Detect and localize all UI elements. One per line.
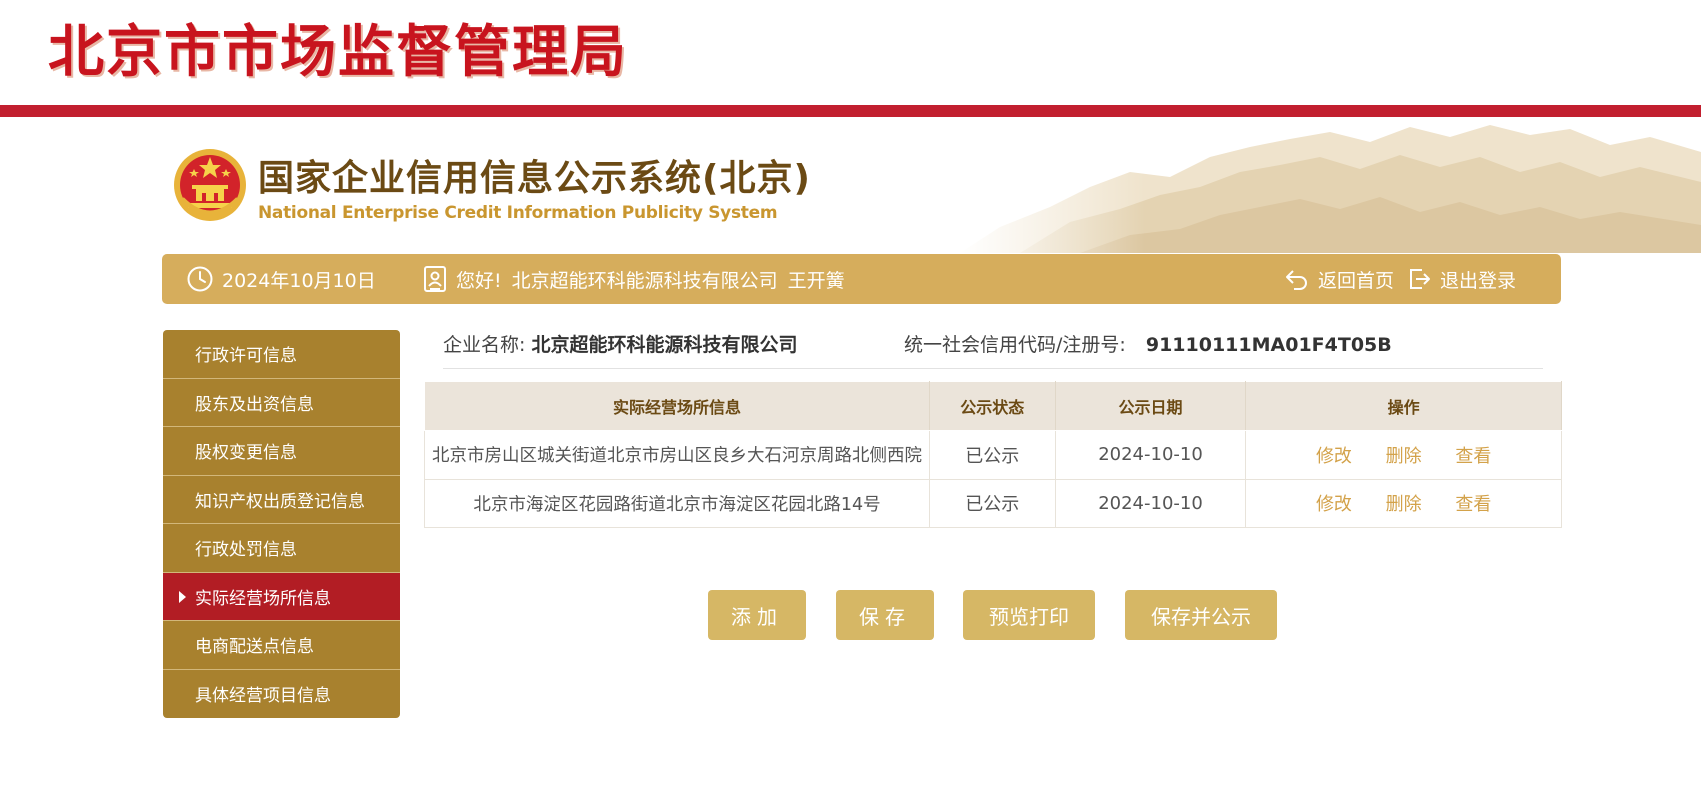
back-home-link[interactable]: 返回首页 (1284, 254, 1394, 304)
system-title: 国家企业信用信息公示系统(北京) (258, 158, 811, 199)
sidebar-item-label: 行政许可信息 (195, 346, 297, 367)
cell-address: 北京市海淀区花园路街道北京市海淀区花园北路14号 (424, 478, 930, 528)
cell-actions: 修改 删除 查看 (1245, 478, 1562, 528)
credit-code: 91110111MA01F4T05B (1145, 334, 1392, 356)
delete-link[interactable]: 删除 (1386, 446, 1422, 467)
system-subtitle: National Enterprise Credit Information P… (258, 203, 778, 223)
premises-table: 实际经营场所信息 公示状态 公示日期 操作 北京市房山区城关街道北京市房山区良乡… (424, 381, 1562, 528)
view-link[interactable]: 查看 (1455, 494, 1491, 515)
company-name: 北京超能环科能源科技有限公司 (531, 334, 798, 356)
sidebar-item-shareholders[interactable]: 股东及出资信息 (163, 378, 400, 427)
cell-status: 已公示 (928, 430, 1056, 480)
header-divider-bar (0, 105, 1701, 117)
date-text: 2024年10月10日 (222, 269, 376, 292)
logout-icon (1410, 269, 1430, 289)
sidebar-item-business-items[interactable]: 具体经营项目信息 (163, 669, 400, 718)
cell-address: 北京市房山区城关街道北京市房山区良乡大石河京周路北侧西院 (424, 430, 930, 480)
logout-link[interactable]: 退出登录 (1406, 254, 1516, 304)
cell-status: 已公示 (928, 478, 1056, 528)
cell-date: 2024-10-10 (1054, 478, 1247, 528)
back-home-label: 返回首页 (1318, 269, 1395, 292)
sidebar-item-ecommerce-delivery[interactable]: 电商配送点信息 (163, 621, 400, 670)
user-greeting: 您好! 北京超能环科能源科技有限公司 王开簧 (422, 254, 845, 304)
company-info: 企业名称: 北京超能环科能源科技有限公司 统一社会信用代码/注册号: 91110… (443, 330, 1543, 368)
clock-icon (187, 266, 213, 292)
preview-print-button[interactable]: 预览打印 (963, 590, 1095, 640)
view-link[interactable]: 查看 (1455, 446, 1491, 467)
save-and-publish-button[interactable]: 保存并公示 (1125, 590, 1277, 640)
credit-code-label: 统一社会信用代码/注册号: (904, 334, 1126, 356)
column-header-status: 公示状态 (928, 381, 1056, 431)
column-header-address: 实际经营场所信息 (424, 381, 930, 431)
divider (443, 368, 1543, 369)
credit-code-group: 统一社会信用代码/注册号: 91110111MA01F4T05B (904, 330, 1392, 357)
id-badge-icon (424, 266, 446, 292)
sidebar-item-label: 电商配送点信息 (195, 637, 314, 658)
sidebar-item-admin-penalty[interactable]: 行政处罚信息 (163, 524, 400, 573)
sidebar-item-label: 股权变更信息 (195, 443, 297, 464)
company-name-label: 企业名称: (443, 334, 526, 356)
current-date: 2024年10月10日 (186, 254, 376, 304)
cell-date: 2024-10-10 (1054, 430, 1247, 480)
edit-link[interactable]: 修改 (1316, 446, 1352, 467)
edit-link[interactable]: 修改 (1316, 494, 1352, 515)
user-company: 北京超能环科能源科技有限公司 (511, 269, 778, 292)
table-row: 北京市房山区城关街道北京市房山区良乡大石河京周路北侧西院 已公示 2024-10… (424, 430, 1562, 480)
delete-link[interactable]: 删除 (1386, 494, 1422, 515)
sidebar-item-admin-license[interactable]: 行政许可信息 (163, 330, 400, 379)
sidebar-item-label: 知识产权出质登记信息 (195, 491, 365, 512)
sidebar-item-label: 具体经营项目信息 (195, 686, 331, 707)
company-name-group: 企业名称: 北京超能环科能源科技有限公司 (443, 330, 797, 357)
greeting-text: 您好! (456, 269, 502, 292)
sidebar-item-label: 股东及出资信息 (195, 394, 314, 415)
system-banner: 国家企业信用信息公示系统(北京) National Enterprise Cre… (0, 117, 1701, 253)
sidebar-item-label: 实际经营场所信息 (195, 588, 331, 609)
sidebar-nav: 行政许可信息 股东及出资信息 股权变更信息 知识产权出质登记信息 行政处罚信息 … (163, 330, 400, 718)
column-header-actions: 操作 (1245, 381, 1562, 431)
table-row: 北京市海淀区花园路街道北京市海淀区花园北路14号 已公示 2024-10-10 … (424, 478, 1562, 528)
mountain-landscape-background (960, 117, 1701, 253)
sidebar-item-ip-pledge[interactable]: 知识产权出质登记信息 (163, 475, 400, 524)
column-header-date: 公示日期 (1054, 381, 1247, 431)
user-info-bar: 2024年10月10日 您好! 北京超能环科能源科技有限公司 王开簧 返回首页 … (162, 254, 1561, 304)
sidebar-item-equity-change[interactable]: 股权变更信息 (163, 427, 400, 476)
add-button[interactable]: 添加 (708, 590, 806, 640)
save-button[interactable]: 保存 (836, 590, 934, 640)
bureau-title: 北京市市场监督管理局 (48, 19, 628, 85)
site-header: 北京市市场监督管理局 (0, 0, 1701, 105)
logout-label: 退出登录 (1440, 269, 1517, 292)
return-arrow-icon (1286, 270, 1307, 290)
cell-actions: 修改 删除 查看 (1245, 430, 1562, 480)
sidebar-item-business-premises[interactable]: 实际经营场所信息 (163, 572, 400, 621)
caret-right-icon (179, 590, 186, 603)
user-name: 王开簧 (787, 269, 845, 292)
sidebar-item-label: 行政处罚信息 (195, 540, 297, 561)
national-emblem-icon (174, 149, 246, 221)
table-header-row: 实际经营场所信息 公示状态 公示日期 操作 (424, 381, 1562, 431)
